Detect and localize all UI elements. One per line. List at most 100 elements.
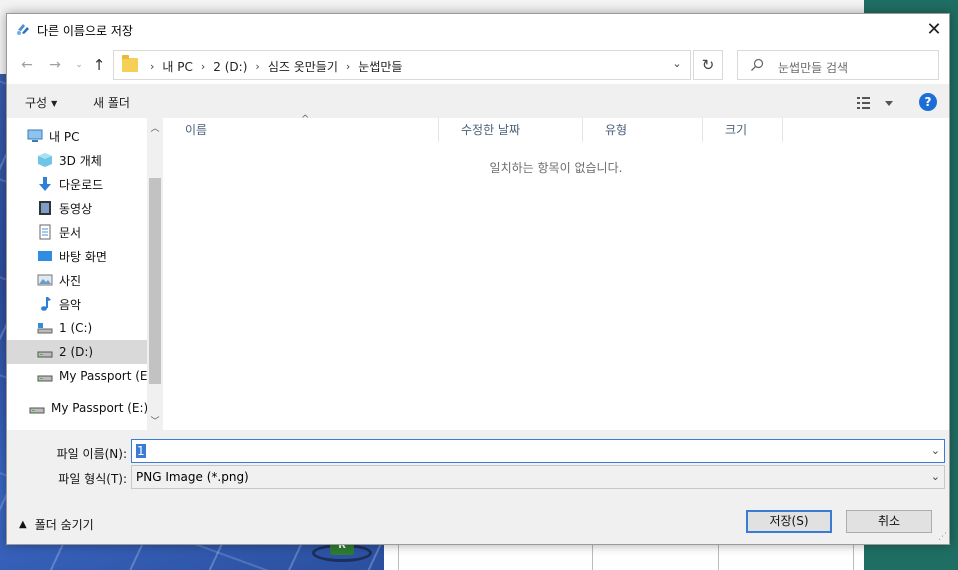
- navigation-pane: 내 PC 3D 개체 다운로드 동영상 문서 바탕 화면 사진 음악 1 (C:…: [7, 118, 163, 430]
- drive-icon: [37, 351, 53, 358]
- empty-folder-message: 일치하는 항목이 없습니다.: [489, 161, 623, 175]
- arrow-left-icon: ←: [21, 57, 33, 73]
- chevron-up-icon[interactable]: ︿: [147, 121, 163, 134]
- chevron-down-icon[interactable]: ﹀: [147, 414, 163, 427]
- nav-item-music[interactable]: 음악: [37, 292, 147, 316]
- desktop-icon: [38, 251, 52, 261]
- breadcrumb-item[interactable]: 내 PC: [162, 58, 192, 75]
- nav-item-3d-objects[interactable]: 3D 개체: [37, 148, 147, 172]
- chevron-down-icon: ⌄: [75, 60, 83, 70]
- chevron-down-icon[interactable]: ⌄: [931, 444, 940, 457]
- search-icon: [751, 58, 764, 71]
- nav-item-label: 1 (C:): [59, 321, 93, 335]
- music-icon: [41, 297, 51, 311]
- nav-item-documents[interactable]: 문서: [37, 220, 147, 244]
- address-bar[interactable]: › 내 PC › 2 (D:) › 심즈 옷만들기 › 눈썹만들 ⌄: [113, 50, 691, 80]
- title-bar[interactable]: 다른 이름으로 저장 ✕: [7, 14, 949, 44]
- chevron-right-icon: ›: [150, 60, 155, 73]
- save-button[interactable]: 저장(S): [746, 510, 832, 533]
- search-box[interactable]: 눈썹만들 검색: [737, 50, 939, 80]
- hide-folders-button[interactable]: ▲ 폴더 숨기기: [19, 516, 94, 533]
- filename-value: 1: [136, 444, 146, 458]
- filetype-value: PNG Image (*.png): [136, 470, 249, 484]
- file-list: ^ 이름 수정한 날짜 유형 크기 일치하는 항목이 없습니다.: [163, 114, 949, 430]
- breadcrumb-item[interactable]: 심즈 옷만들기: [268, 58, 338, 75]
- filetype-label: 파일 형식(T):: [58, 472, 127, 486]
- chevron-up-icon: ▲: [19, 519, 27, 530]
- folder-icon: [122, 55, 138, 72]
- filename-field[interactable]: 1 ⌄: [131, 439, 945, 463]
- filename-label: 파일 이름(N):: [56, 447, 127, 461]
- arrow-up-icon: ↑: [92, 56, 106, 74]
- save-as-dialog: 다른 이름으로 저장 ✕ ← → ⌄ ↑ › 내 PC › 2 (D:) › 심…: [6, 13, 950, 545]
- background-top-strip: [0, 0, 864, 14]
- nav-item-pictures[interactable]: 사진: [37, 268, 147, 292]
- drive-icon: [37, 375, 53, 382]
- chevron-right-icon[interactable]: ›: [346, 60, 350, 73]
- nav-item-label: 내 PC: [49, 129, 80, 144]
- app-icon: [17, 24, 29, 35]
- new-folder-button[interactable]: 새 폴더: [93, 94, 130, 111]
- help-button[interactable]: ?: [919, 93, 937, 111]
- picture-icon: [37, 274, 53, 286]
- nav-item-label: My Passport (E:): [51, 401, 149, 415]
- organize-button[interactable]: 구성 ▼: [25, 94, 57, 111]
- command-bar: 구성 ▼ 새 폴더 ?: [7, 88, 949, 116]
- nav-item-videos[interactable]: 동영상: [37, 196, 147, 220]
- nav-item-drive-c[interactable]: 1 (C:): [37, 316, 147, 340]
- scrollbar-thumb[interactable]: [149, 178, 161, 384]
- nav-item-label: 동영상: [59, 201, 93, 216]
- refresh-button[interactable]: ↻: [693, 50, 723, 80]
- breadcrumb-item[interactable]: 2 (D:): [213, 60, 247, 74]
- column-header-type[interactable]: 유형: [583, 118, 703, 142]
- nav-item-my-passport-e[interactable]: My Passport (E:): [37, 364, 156, 388]
- recent-locations-button[interactable]: ⌄: [69, 55, 89, 75]
- document-icon: [39, 224, 51, 240]
- video-icon: [39, 201, 51, 215]
- column-header-size[interactable]: 크기: [703, 118, 783, 142]
- nav-item-label: 2 (D:): [59, 345, 94, 359]
- drive-icon: [29, 407, 45, 414]
- address-dropdown-button[interactable]: ⌄: [669, 57, 685, 73]
- caret-down-icon: ▼: [51, 99, 58, 108]
- up-button[interactable]: ↑: [89, 55, 109, 75]
- breadcrumb-item[interactable]: 눈썹만들: [358, 58, 402, 75]
- nav-item-this-pc[interactable]: 내 PC: [27, 124, 147, 148]
- close-icon: ✕: [926, 18, 942, 40]
- nav-item-label: 다운로드: [59, 177, 104, 192]
- chevron-right-icon[interactable]: ›: [201, 60, 205, 73]
- nav-item-label: 사진: [59, 273, 82, 288]
- chevron-right-icon[interactable]: ›: [255, 60, 259, 73]
- nav-item-label: 바탕 화면: [59, 249, 107, 264]
- nav-item-label: 음악: [59, 297, 82, 312]
- view-options-button[interactable]: [855, 95, 895, 111]
- filetype-select[interactable]: PNG Image (*.png) ⌄: [131, 465, 945, 489]
- nav-scrollbar[interactable]: ︿ ﹀: [147, 118, 163, 430]
- drive-c-icon: [37, 323, 53, 334]
- column-header-date-modified[interactable]: 수정한 날짜: [439, 118, 583, 142]
- close-button[interactable]: ✕: [919, 14, 949, 44]
- arrow-right-icon: →: [49, 57, 61, 73]
- chevron-down-icon: ⌄: [672, 57, 682, 70]
- refresh-icon: ↻: [701, 56, 715, 74]
- dialog-title: 다른 이름으로 저장: [37, 24, 133, 38]
- breadcrumb: › 내 PC › 2 (D:) › 심즈 옷만들기 › 눈썹만들: [142, 58, 402, 75]
- forward-button[interactable]: →: [45, 55, 65, 75]
- nav-item-downloads[interactable]: 다운로드: [37, 172, 147, 196]
- search-input[interactable]: 눈썹만들 검색: [778, 59, 848, 76]
- resize-grip-icon[interactable]: ⋰: [938, 532, 947, 542]
- cancel-button[interactable]: 취소: [846, 510, 932, 533]
- hide-folders-label: 폴더 숨기기: [34, 518, 94, 532]
- organize-label: 구성: [25, 96, 48, 110]
- nav-item-label: 문서: [59, 225, 82, 240]
- back-button[interactable]: ←: [17, 55, 37, 75]
- navigation-bar: ← → ⌄ ↑ › 내 PC › 2 (D:) › 심즈 옷만들기 › 눈썹만들: [7, 44, 949, 84]
- column-header-name[interactable]: 이름: [163, 118, 439, 142]
- chevron-down-icon: ⌄: [930, 470, 940, 483]
- nav-item-label: My Passport (E:): [59, 369, 157, 383]
- nav-item-drive-d[interactable]: 2 (D:): [7, 340, 147, 364]
- pc-icon: [27, 129, 43, 142]
- nav-item-my-passport-e-root[interactable]: My Passport (E:): [29, 396, 149, 420]
- nav-item-label: 3D 개체: [59, 153, 102, 168]
- nav-item-desktop[interactable]: 바탕 화면: [37, 244, 147, 268]
